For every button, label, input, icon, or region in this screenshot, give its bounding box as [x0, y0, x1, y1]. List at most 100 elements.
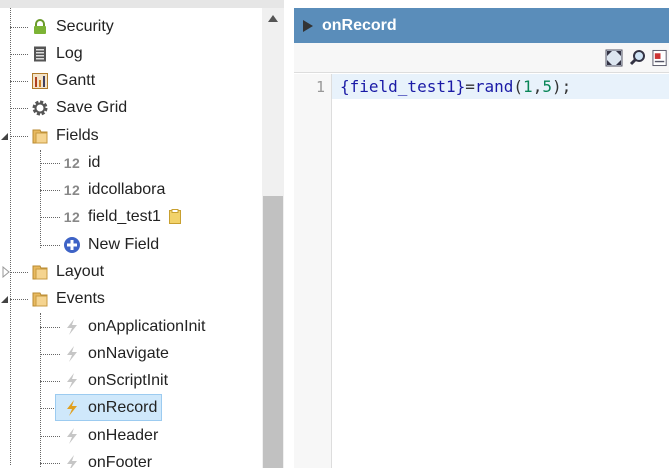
tree-connector	[40, 217, 60, 218]
code-token-paren: (	[513, 77, 524, 96]
tree-item-label: id	[88, 153, 101, 171]
tree-connector	[10, 81, 28, 82]
tree-item-label: Events	[56, 289, 105, 307]
add-circle-icon	[62, 235, 82, 255]
code-area[interactable]: 1 {field_test1}=rand(1,5);	[294, 74, 669, 468]
lightning-icon	[62, 371, 82, 391]
tree-line-root	[10, 8, 11, 465]
tree-item-label: Save Grid	[56, 98, 128, 116]
tree-item-label: Log	[56, 44, 83, 62]
code-editor-panel: onRecord 1 {field_test1}=rand(1,5);	[294, 8, 669, 468]
tree-view: Security Log Gantt Save Grid Fields 12 i…	[0, 8, 262, 468]
code-text[interactable]: {field_test1}=rand(1,5);	[340, 77, 571, 96]
tree-item-save-grid[interactable]: Save Grid	[30, 94, 127, 121]
gear-icon	[30, 98, 50, 118]
tree-connector	[40, 463, 60, 464]
tree-item-onfooter[interactable]: onFooter	[62, 449, 152, 468]
numeric-field-icon: 12	[63, 208, 81, 225]
gantt-chart-icon	[30, 71, 50, 91]
tree-item-onnavigate[interactable]: onNavigate	[62, 340, 169, 367]
tree-connector	[40, 436, 60, 437]
tree-item-label: Gantt	[56, 71, 96, 89]
tree-connector	[10, 299, 28, 300]
tree-scrollbar[interactable]	[262, 8, 284, 468]
tree-item-events[interactable]: Events	[30, 285, 105, 312]
preview-icon[interactable]	[652, 48, 669, 68]
app-window: Security Log Gantt Save Grid Fields 12 i…	[0, 0, 669, 468]
tree-item-log[interactable]: Log	[30, 40, 83, 67]
tree-item-label: onNavigate	[88, 344, 169, 362]
tree-connector	[40, 381, 60, 382]
code-token-paren: );	[551, 77, 572, 96]
active-code-line[interactable]: {field_test1}=rand(1,5);	[332, 74, 669, 99]
tree-item-onapplicationinit[interactable]: onApplicationInit	[62, 313, 205, 340]
tree-item-label: Layout	[56, 262, 105, 280]
tree-item-label: Security	[56, 17, 114, 35]
tree-connector	[40, 354, 60, 355]
tree-item-label: onScriptInit	[88, 371, 169, 389]
folder-icon	[30, 262, 50, 282]
tree-item-label: onFooter	[88, 453, 153, 468]
tree-item-onheader[interactable]: onHeader	[62, 422, 158, 449]
lightning-icon	[62, 344, 82, 364]
lightning-icon	[62, 453, 82, 468]
tree-connector	[40, 327, 60, 328]
panel-top-strip	[0, 0, 284, 8]
tree-item-new-field[interactable]: New Field	[62, 231, 159, 258]
tree-connector	[40, 408, 54, 409]
tree-item-label: idcollabora	[88, 180, 166, 198]
numeric-field-icon: 12	[63, 181, 81, 198]
tree-line-fields	[40, 150, 41, 248]
tree-item-onscriptinit[interactable]: onScriptInit	[62, 367, 168, 394]
tree-panel: Security Log Gantt Save Grid Fields 12 i…	[0, 0, 284, 468]
tree-item-label: Fields	[56, 126, 99, 144]
tree-item-label: onHeader	[88, 426, 159, 444]
lightning-icon	[62, 317, 82, 337]
tree-item-field-test1[interactable]: 12 field_test1	[62, 203, 185, 230]
code-token-operator: =	[465, 77, 475, 96]
tree-item-gantt[interactable]: Gantt	[30, 67, 95, 94]
tree-item-onrecord[interactable]: onRecord	[55, 394, 163, 421]
editor-title: onRecord	[322, 16, 397, 34]
code-token-comma: ,	[532, 77, 543, 96]
collapse-toggle-icon[interactable]	[0, 131, 10, 141]
tree-connector	[10, 108, 28, 109]
scrollbar-thumb[interactable]	[263, 196, 283, 468]
folder-icon	[30, 126, 50, 146]
expand-toggle-icon[interactable]	[1, 266, 11, 278]
code-token-number: 5	[542, 77, 552, 96]
fullscreen-icon[interactable]	[604, 48, 624, 68]
tree-item-label: onRecord	[88, 398, 158, 416]
code-token-function: rand	[474, 77, 514, 96]
tree-connector	[10, 136, 28, 137]
tree-connector	[40, 163, 60, 164]
line-number: 1	[315, 78, 325, 96]
folder-icon	[30, 289, 50, 309]
scroll-up-arrow-icon[interactable]	[262, 8, 284, 28]
lightning-icon	[62, 398, 82, 418]
tree-connector	[10, 272, 28, 273]
tree-item-id[interactable]: 12 id	[62, 149, 101, 176]
tree-item-label: New Field	[88, 235, 160, 253]
search-icon[interactable]	[628, 48, 648, 68]
lock-icon	[30, 17, 50, 37]
tree-item-label: onApplicationInit	[88, 317, 206, 335]
tree-item-layout[interactable]: Layout	[30, 258, 104, 285]
code-token-field: {field_test1}	[340, 77, 466, 96]
tree-item-idcollabora[interactable]: 12 idcollabora	[62, 176, 166, 203]
line-gutter: 1	[294, 74, 332, 468]
tree-item-fields[interactable]: Fields	[30, 122, 99, 149]
collapse-toggle-icon[interactable]	[0, 294, 10, 304]
numeric-field-icon: 12	[63, 154, 81, 171]
tree-line-events	[40, 313, 41, 468]
code-token-number: 1	[523, 77, 533, 96]
tree-item-security[interactable]: Security	[30, 13, 114, 40]
tree-connector	[10, 27, 28, 28]
tree-connector	[40, 190, 60, 191]
clipboard-icon[interactable]	[165, 207, 185, 227]
tree-item-label: field_test1	[88, 207, 161, 225]
lightning-icon	[62, 426, 82, 446]
editor-header: onRecord	[294, 8, 669, 43]
tree-connector	[40, 245, 60, 246]
collapse-arrow-icon[interactable]	[303, 19, 313, 32]
